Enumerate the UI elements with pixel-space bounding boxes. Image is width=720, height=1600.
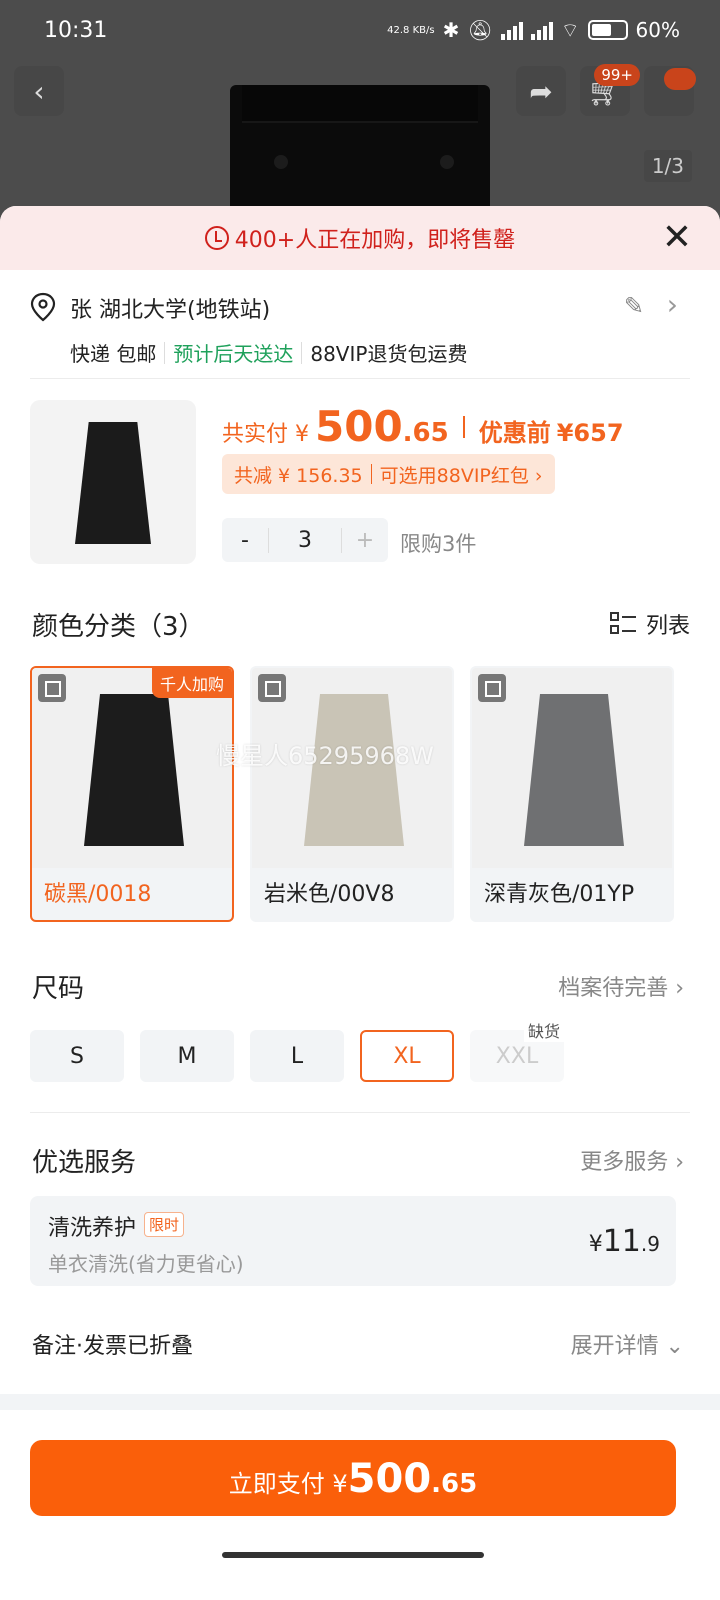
skirt-image bbox=[75, 422, 151, 544]
quantity-value[interactable]: 3 bbox=[268, 527, 342, 553]
service-card[interactable]: 清洗养护 限时 单衣清洗(省力更省心) ¥11.9 bbox=[30, 1196, 676, 1286]
image-pager: 1/3 bbox=[643, 150, 692, 182]
notes-row[interactable]: 备注·发票已折叠 展开详情 ⌄ bbox=[32, 1328, 684, 1360]
divider bbox=[30, 378, 690, 379]
battery-icon bbox=[587, 20, 628, 40]
size-option-xxl: XXL 缺货 bbox=[470, 1018, 564, 1082]
more-services-link[interactable]: 更多服务 › bbox=[580, 1144, 684, 1176]
out-of-stock-badge: 缺货 bbox=[523, 1018, 564, 1042]
size-label: XXL bbox=[495, 1043, 539, 1069]
stock-alert: 400+人正在加购，即将售罄 ✕ bbox=[0, 206, 720, 270]
notes-label: 备注·发票已折叠 bbox=[32, 1334, 193, 1359]
pay-price-int: 500 bbox=[347, 1456, 432, 1502]
chevron-right-icon[interactable]: › bbox=[667, 288, 678, 321]
quantity-stepper[interactable]: - 3 + bbox=[222, 518, 388, 562]
wifi-icon: ⌔ bbox=[560, 17, 580, 42]
address-name: 张 湖北大学(地铁站) bbox=[70, 298, 271, 323]
service-price-frac: .9 bbox=[640, 1232, 660, 1256]
stock-alert-text: 400+人正在加购，即将售罄 bbox=[234, 228, 516, 253]
decrease-button[interactable]: - bbox=[222, 528, 268, 553]
hot-tag: 千人加购 bbox=[151, 668, 232, 698]
before-price: ¥657 bbox=[556, 419, 624, 447]
expand-icon[interactable] bbox=[38, 674, 66, 702]
product-thumbnail[interactable] bbox=[30, 400, 196, 564]
pay-now-button[interactable]: 立即支付 ¥500.65 bbox=[30, 1440, 676, 1516]
alarm-clock-icon bbox=[204, 226, 229, 250]
size-option-m[interactable]: M bbox=[140, 1030, 234, 1082]
purchase-sheet: 400+人正在加购，即将售罄 ✕ 张 湖北大学(地铁站) ✎ › 快递 包邮 预… bbox=[0, 206, 720, 1600]
price-summary: 共实付 ¥ 500.65 优惠前 ¥657 bbox=[222, 402, 624, 451]
bluetooth-icon: ✱ bbox=[442, 18, 460, 42]
size-option-xl[interactable]: XL bbox=[360, 1030, 454, 1082]
share-button[interactable]: ➦ bbox=[516, 66, 566, 116]
purchase-limit: 限购3件 bbox=[400, 532, 477, 556]
pay-price-frac: .65 bbox=[431, 1469, 478, 1499]
expand-details[interactable]: 展开详情 ⌄ bbox=[571, 1328, 684, 1360]
color-swatch-image bbox=[84, 694, 184, 846]
list-view-toggle[interactable]: 列表 bbox=[609, 608, 690, 640]
discount-badge[interactable]: 共减 ¥ 156.35 可选用88VIP红包 › bbox=[222, 454, 555, 494]
expand-icon[interactable] bbox=[478, 674, 506, 702]
before-label: 优惠前 bbox=[478, 419, 551, 447]
delivery-info: 快递 包邮 预计后天送达 88VIP退货包运费 bbox=[70, 338, 467, 367]
color-swatch-image bbox=[524, 694, 624, 846]
color-option-grey[interactable]: 深青灰色/01YP bbox=[470, 666, 674, 922]
status-bar: 10:31 42.8 KB/s ✱ 🔕︎ ⌔ 60% bbox=[0, 0, 720, 60]
color-options: 千人加购 碳黑/0018 岩米色/00V8 深青灰色/01YP bbox=[30, 666, 674, 922]
cart-button[interactable]: 🛒︎ 99+ bbox=[580, 64, 640, 116]
cart-badge: 99+ bbox=[594, 64, 640, 86]
increase-button[interactable]: + bbox=[342, 528, 388, 553]
size-profile-link[interactable]: 档案待完善 › bbox=[558, 970, 684, 1002]
color-label: 岩米色/00V8 bbox=[264, 882, 395, 907]
close-icon[interactable]: ✕ bbox=[662, 218, 692, 258]
size-section-title: 尺码 bbox=[32, 974, 85, 1004]
home-indicator[interactable] bbox=[222, 1552, 484, 1558]
service-currency: ¥ bbox=[588, 1232, 603, 1257]
signal-icon-2 bbox=[530, 20, 553, 40]
service-section-title: 优选服务 bbox=[32, 1148, 137, 1178]
list-view-label: 列表 bbox=[645, 614, 690, 639]
address-row[interactable]: 张 湖北大学(地铁站) ✎ › 快递 包邮 预计后天送达 88VIP退货包运费 bbox=[30, 288, 690, 388]
location-pin-icon bbox=[30, 292, 56, 322]
size-option-l[interactable]: L bbox=[250, 1030, 344, 1082]
color-label: 深青灰色/01YP bbox=[484, 882, 635, 907]
price-int: 500 bbox=[315, 402, 403, 451]
back-button[interactable]: ‹ bbox=[14, 66, 64, 116]
size-options: S M L XL XXL 缺货 bbox=[30, 1018, 564, 1082]
status-time: 10:31 bbox=[44, 17, 108, 43]
color-section-title: 颜色分类（3） bbox=[32, 612, 205, 642]
battery-level: 60% bbox=[635, 18, 680, 42]
coupon-link: 可选用88VIP红包 › bbox=[379, 464, 543, 487]
return-policy: 88VIP退货包运费 bbox=[310, 342, 468, 366]
price-frac: .65 bbox=[402, 418, 449, 448]
pay-label: 立即支付 ¥ bbox=[228, 1470, 348, 1498]
watermark: 慢星人65295968W bbox=[216, 742, 434, 770]
color-option-beige[interactable]: 岩米色/00V8 bbox=[250, 666, 454, 922]
divider bbox=[30, 1112, 690, 1113]
section-gap bbox=[0, 1394, 720, 1410]
service-name: 清洗养护 bbox=[48, 1216, 137, 1241]
service-price-int: 11 bbox=[602, 1224, 641, 1259]
edit-icon[interactable]: ✎ bbox=[624, 292, 644, 320]
more-button[interactable] bbox=[644, 66, 696, 116]
share-icon: ➦ bbox=[529, 74, 553, 108]
signal-icon bbox=[500, 20, 523, 40]
color-label: 碳黑/0018 bbox=[44, 882, 152, 907]
service-tag: 限时 bbox=[144, 1212, 185, 1237]
list-view-icon bbox=[609, 611, 636, 637]
chevron-left-icon: ‹ bbox=[33, 74, 45, 108]
service-price: ¥11.9 bbox=[589, 1224, 660, 1259]
service-desc: 单衣清洗(省力更省心) bbox=[48, 1252, 244, 1276]
more-badge bbox=[664, 68, 696, 90]
mute-icon: 🔕︎ bbox=[467, 18, 493, 42]
delivery-eta: 预计后天送达 bbox=[173, 342, 294, 366]
size-option-s[interactable]: S bbox=[30, 1030, 124, 1082]
discount-amount: 共减 ¥ 156.35 bbox=[234, 464, 363, 487]
color-option-black[interactable]: 千人加购 碳黑/0018 bbox=[30, 666, 234, 922]
net-speed: 42.8 KB/s bbox=[387, 24, 435, 36]
expand-icon[interactable] bbox=[258, 674, 286, 702]
delivery-method: 快递 包邮 bbox=[70, 342, 157, 366]
pay-label: 共实付 ¥ bbox=[222, 422, 309, 447]
